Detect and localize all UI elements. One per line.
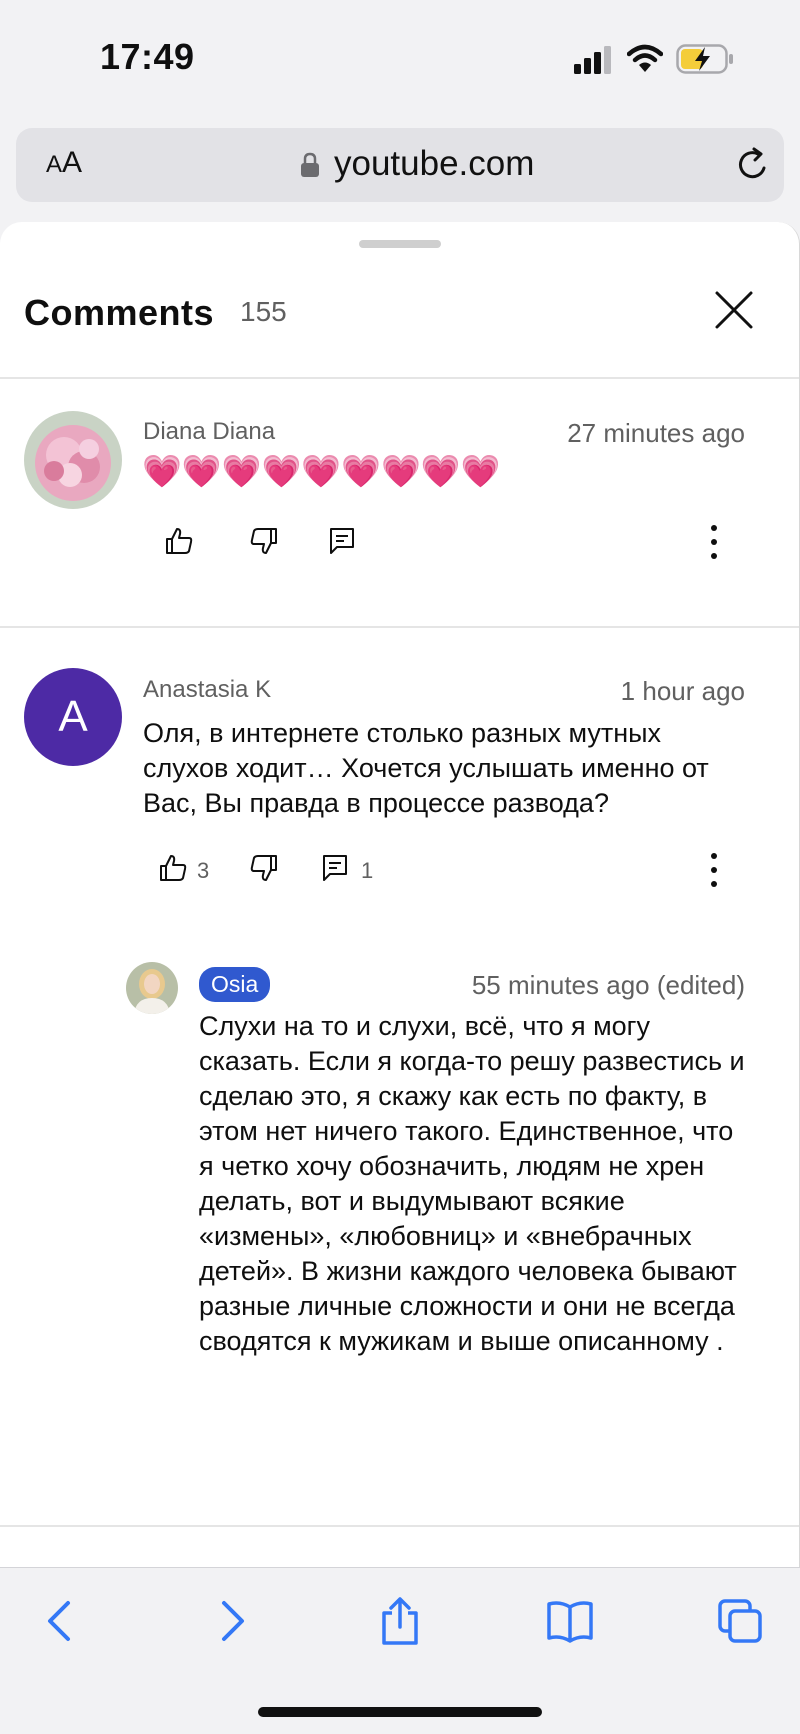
like-count: 3 xyxy=(197,858,210,883)
reply-time: 55 minutes ago (edited) xyxy=(471,970,745,1000)
comment-time: 1 hour ago xyxy=(620,676,745,706)
dislike-icon[interactable] xyxy=(249,526,279,556)
lock-icon xyxy=(301,152,319,177)
status-bar: 17:49 xyxy=(0,0,800,110)
reader-settings-button[interactable]: AA xyxy=(46,146,82,180)
comment-author[interactable]: Diana Diana xyxy=(143,418,275,446)
battery-icon xyxy=(676,44,733,74)
comment-text: 💗💗💗💗💗💗💗💗💗 xyxy=(142,453,501,489)
close-icon[interactable] xyxy=(714,290,754,330)
divider xyxy=(0,377,799,379)
reply-text: Слухи на то и слухи, всё, что я могу ска… xyxy=(199,1011,745,1356)
reply-icon[interactable] xyxy=(327,526,357,556)
tabs-icon[interactable] xyxy=(716,1597,764,1645)
sheet-title: Comments xyxy=(24,292,215,333)
forward-icon[interactable] xyxy=(208,1597,256,1645)
address-bar[interactable]: AA youtube.com xyxy=(16,128,784,202)
comments-sheet: Comments 155 Diana Diana 27 minutes ago … xyxy=(0,222,800,1567)
avatar[interactable] xyxy=(126,962,178,1014)
status-time: 17:49 xyxy=(100,36,195,77)
comment-time: 27 minutes ago xyxy=(567,418,745,448)
comment-author[interactable]: Anastasia K xyxy=(143,676,271,704)
home-indicator[interactable] xyxy=(258,1707,542,1717)
comment-text: Оля, в интернете столько разных мутных с… xyxy=(143,718,709,818)
share-icon[interactable] xyxy=(376,1597,424,1645)
like-icon[interactable] xyxy=(164,526,194,556)
avatar[interactable]: A xyxy=(24,668,122,766)
divider xyxy=(0,1525,799,1527)
creator-badge[interactable]: Osia xyxy=(199,967,271,1002)
back-icon[interactable] xyxy=(36,1597,84,1645)
signal-icon xyxy=(574,46,611,74)
dislike-icon[interactable] xyxy=(249,853,279,883)
avatar[interactable] xyxy=(24,411,122,509)
browser-toolbar xyxy=(0,1567,800,1734)
url-text[interactable]: youtube.com xyxy=(334,144,534,184)
divider xyxy=(0,1567,800,1568)
bookmarks-icon[interactable] xyxy=(546,1597,594,1645)
reload-icon[interactable] xyxy=(734,146,772,184)
like-icon[interactable] xyxy=(158,853,188,883)
more-icon[interactable] xyxy=(709,852,719,888)
reply-icon[interactable] xyxy=(320,853,350,883)
wifi-icon xyxy=(627,44,663,72)
reply-count: 1 xyxy=(361,858,374,883)
divider xyxy=(0,626,799,628)
more-icon[interactable] xyxy=(709,524,719,560)
drag-handle[interactable] xyxy=(359,240,441,248)
comment-count: 155 xyxy=(240,296,287,327)
